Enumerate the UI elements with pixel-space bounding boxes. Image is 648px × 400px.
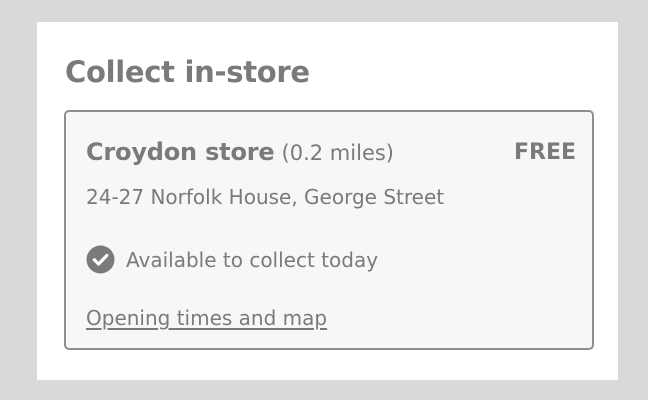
store-option-card[interactable]: Croydon store (0.2 miles) FREE 24-27 Nor… [64,110,594,350]
store-name-row: Croydon store (0.2 miles) [86,140,394,164]
store-name: Croydon store [86,138,275,166]
section-title: Collect in-store [65,55,310,89]
opening-times-link[interactable]: Opening times and map [86,308,327,328]
store-distance: (0.2 miles) [281,141,394,165]
check-circle-icon [86,245,115,274]
availability-text: Available to collect today [126,247,379,272]
collect-in-store-panel: Collect in-store Croydon store (0.2 mile… [37,22,618,380]
availability-status: Available to collect today [86,245,378,274]
collection-price: FREE [513,140,576,165]
store-address: 24-27 Norfolk House, George Street [86,185,445,209]
